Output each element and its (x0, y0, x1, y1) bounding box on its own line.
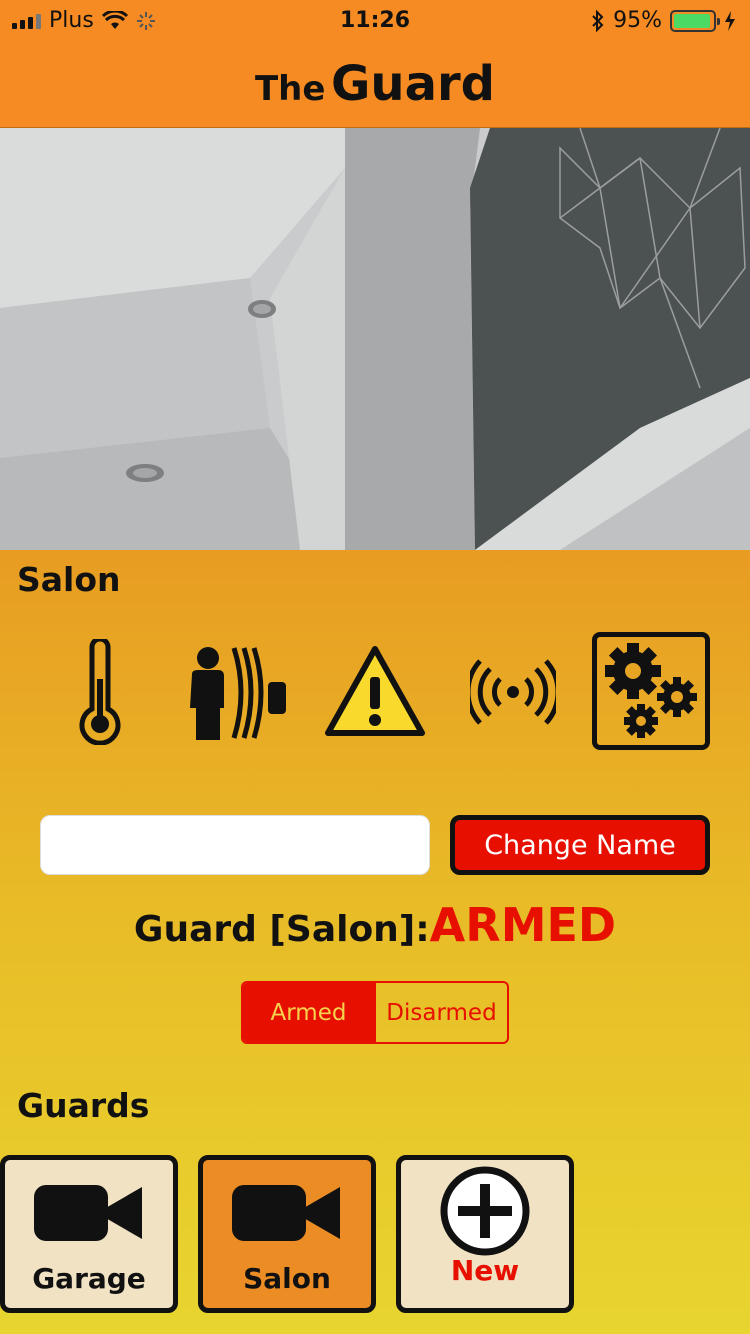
settings-gears-icon[interactable] (592, 632, 710, 750)
battery-percent: 95% (613, 8, 662, 33)
guard-status-label: Guard [Salon]: (133, 909, 430, 950)
guard-card-label: New (450, 1254, 520, 1287)
armed-option[interactable]: Armed (243, 983, 374, 1042)
motion-sensor-icon[interactable] (182, 632, 292, 752)
guard-card-new[interactable]: New (396, 1155, 574, 1313)
guards-section-title: Guards (17, 1086, 150, 1125)
warning-icon[interactable] (324, 632, 426, 752)
app-title-small: The (254, 68, 326, 109)
camera-feed-image (0, 128, 750, 550)
change-name-button[interactable]: Change Name (450, 815, 710, 875)
charging-icon (725, 10, 735, 31)
guard-card-salon[interactable]: Salon (198, 1155, 376, 1313)
room-title: Salon (17, 560, 121, 599)
guard-card-label: Garage (32, 1262, 146, 1295)
guard-status: Guard [Salon]:ARMED (0, 898, 750, 952)
video-camera-icon (230, 1180, 344, 1246)
control-icons-row (0, 632, 750, 752)
nav-bar: The Guard (0, 40, 750, 128)
signal-broadcast-icon[interactable] (465, 632, 561, 752)
camera-feed (0, 128, 750, 550)
guard-panel: Salon Change Name Guard [Salon]:ARMED Ar… (0, 550, 750, 1334)
bluetooth-icon (592, 9, 604, 32)
guard-name-input[interactable] (40, 815, 430, 875)
battery-fill (674, 13, 711, 28)
battery-icon (670, 9, 720, 32)
status-bar: Plus 11:26 95% (0, 0, 750, 40)
status-right: 95% (591, 8, 736, 33)
guard-status-value: ARMED (429, 898, 617, 952)
app-title-large: Guard (331, 55, 496, 112)
disarmed-option[interactable]: Disarmed (374, 983, 507, 1042)
arm-mode-toggle[interactable]: Armed Disarmed (241, 981, 509, 1044)
guard-card-label: Salon (243, 1262, 331, 1295)
thermometer-icon[interactable] (70, 632, 130, 752)
app-title: The Guard (255, 56, 495, 112)
guard-card-garage[interactable]: Garage (0, 1155, 178, 1313)
add-circle-icon (438, 1166, 532, 1256)
video-camera-icon (32, 1180, 146, 1246)
